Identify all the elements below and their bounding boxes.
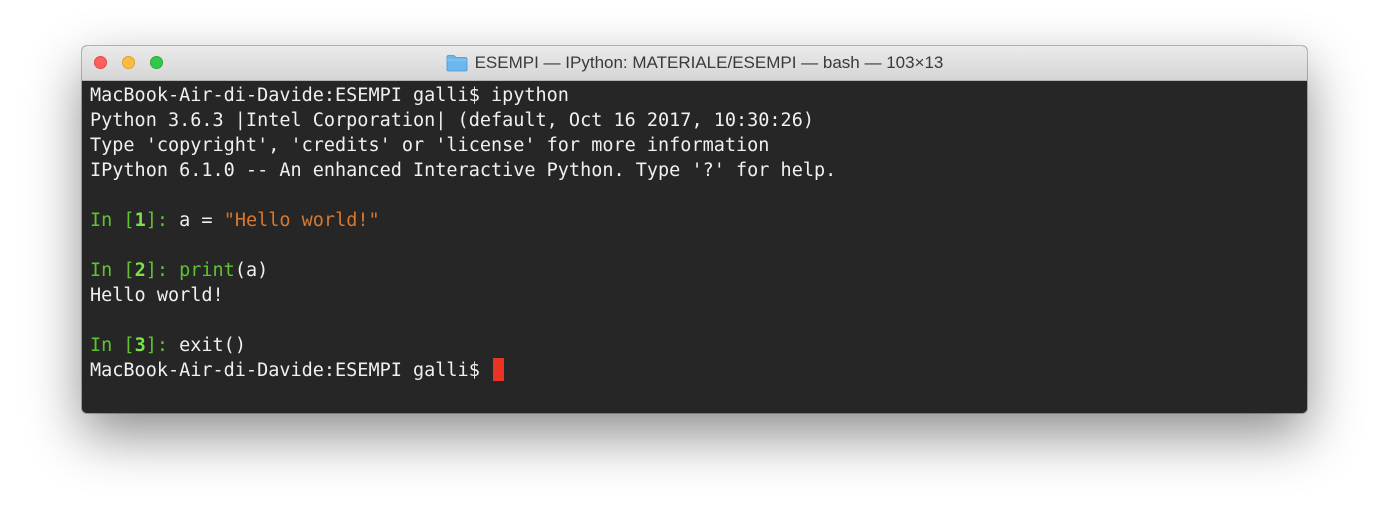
ipython-input-line: In [2]: print(a) [90, 258, 1307, 283]
code-text: exit() [179, 335, 246, 356]
in-prompt-number: 2 [134, 260, 146, 281]
ipython-input-line: In [3]: exit() [90, 333, 1307, 358]
terminal-content[interactable]: MacBook-Air-di-Davide:ESEMPI galli$ ipyt… [82, 81, 1307, 413]
terminal-window: ESEMPI — IPython: MATERIALE/ESEMPI — bas… [82, 46, 1307, 413]
ipython-input-line: In [1]: a = "Hello world!" [90, 208, 1307, 233]
ipython-output-line: Hello world! [90, 285, 224, 306]
in-prompt-number: 1 [134, 210, 146, 231]
in-prompt-number: 3 [134, 335, 146, 356]
window-title: ESEMPI — IPython: MATERIALE/ESEMPI — bas… [474, 53, 944, 72]
in-prompt-close: ]: [145, 335, 180, 356]
in-prompt-label: In [ [90, 335, 135, 356]
terminal-line: MacBook-Air-di-Davide:ESEMPI galli$ [90, 358, 1307, 383]
folder-icon [446, 55, 467, 72]
in-prompt-close: ]: [145, 260, 180, 281]
banner-python-version: Python 3.6.3 |Intel Corporation| (defaul… [90, 110, 814, 131]
shell-command: ipython [490, 85, 569, 106]
window-title-group: ESEMPI — IPython: MATERIALE/ESEMPI — bas… [82, 46, 1307, 80]
in-prompt-close: ]: [145, 210, 180, 231]
text-cursor [492, 358, 504, 381]
code-string: "Hello world!" [223, 210, 380, 231]
in-prompt-label: In [ [90, 210, 135, 231]
banner-ipython-version: IPython 6.1.0 -- An enhanced Interactive… [90, 160, 837, 181]
title-bar[interactable]: ESEMPI — IPython: MATERIALE/ESEMPI — bas… [82, 46, 1307, 81]
code-text: a = [179, 210, 224, 231]
banner-copyright-info: Type 'copyright', 'credits' or 'license'… [90, 135, 770, 156]
code-text: (a) [234, 260, 269, 281]
terminal-line: MacBook-Air-di-Davide:ESEMPI galli$ ipyt… [90, 83, 1307, 108]
shell-prompt: MacBook-Air-di-Davide:ESEMPI galli$ [90, 85, 491, 106]
code-builtin: print [179, 260, 235, 281]
in-prompt-label: In [ [90, 260, 135, 281]
shell-prompt: MacBook-Air-di-Davide:ESEMPI galli$ [90, 360, 491, 381]
